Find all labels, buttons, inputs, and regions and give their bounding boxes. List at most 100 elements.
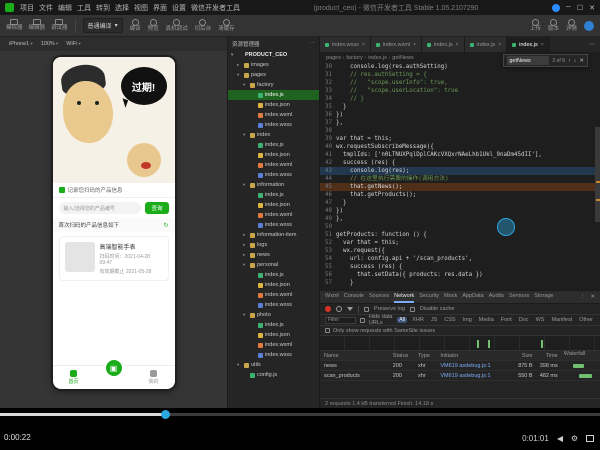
close-debugger-icon[interactable]: ✕ — [590, 294, 595, 300]
product-code-input[interactable]: 输入/选择您的产品编号 — [59, 202, 142, 214]
editor-tab[interactable]: index.js × — [465, 37, 508, 52]
tab-home[interactable]: 首页 — [69, 370, 79, 385]
tree-item[interactable]: index.wxss — [228, 300, 319, 310]
tree-item[interactable]: ▾ photo — [228, 310, 319, 320]
resource-type-chip[interactable]: JS — [429, 317, 439, 323]
status-badge[interactable] — [552, 4, 560, 12]
toolbar-action-button[interactable]: 清缓存 — [218, 19, 235, 33]
menu-item[interactable]: 工具 — [77, 3, 91, 13]
menu-item[interactable]: 设置 — [172, 3, 186, 13]
breadcrumb-segment[interactable]: factory — [346, 55, 366, 61]
tree-item[interactable]: ▸ logs — [228, 240, 319, 250]
debugger-tab[interactable]: Security — [419, 291, 439, 303]
resource-type-chip[interactable]: Other — [577, 317, 595, 323]
tree-item[interactable]: ▸ images — [228, 60, 319, 70]
tree-item[interactable]: index.js — [228, 320, 319, 330]
col-name[interactable]: Name — [320, 353, 393, 359]
tree-item[interactable]: index.js — [228, 140, 319, 150]
debugger-tab[interactable]: Network — [394, 291, 414, 303]
user-avatar[interactable] — [584, 21, 594, 31]
more-actions-icon[interactable]: ⋯ — [589, 41, 595, 48]
resource-type-chip[interactable]: Doc — [517, 317, 531, 323]
find-input[interactable]: getNews — [507, 56, 549, 65]
toolbar-action-button[interactable]: 真机调试 — [166, 19, 188, 33]
editor-tab[interactable]: index.wxss × — [320, 37, 371, 52]
video-progress-bar[interactable] — [0, 413, 600, 416]
panel-toggle-button[interactable]: 模拟器 — [6, 19, 23, 32]
toolbar-right-action-button[interactable]: 详情 — [566, 19, 577, 33]
col-status[interactable]: Status — [393, 353, 418, 359]
resource-type-chip[interactable]: XHR — [410, 317, 426, 323]
debugger-tab[interactable]: Wxml — [325, 291, 339, 303]
samesite-checkbox[interactable] — [325, 328, 330, 333]
find-previous-icon[interactable]: ↑ — [568, 58, 571, 64]
minimize-icon[interactable]: ─ — [566, 4, 571, 11]
hide-data-urls-checkbox[interactable] — [360, 318, 365, 323]
debugger-tab[interactable]: Console — [344, 291, 364, 303]
tree-item[interactable]: index.json — [228, 100, 319, 110]
col-waterfall[interactable]: Waterfall — [561, 351, 600, 360]
debugger-tab[interactable]: AppData — [462, 291, 483, 303]
panel-toggle-button[interactable]: 编辑器 — [29, 19, 46, 32]
col-initiator[interactable]: Initiator — [440, 353, 507, 359]
resource-type-chip[interactable]: Img — [461, 317, 474, 323]
debugger-tab[interactable]: Mock — [444, 291, 457, 303]
editor-tab[interactable]: index.js × — [507, 37, 550, 52]
debugger-tab[interactable]: Audits — [489, 291, 504, 303]
tree-item[interactable]: index.wxss — [228, 120, 319, 130]
tree-item[interactable]: index.wxml — [228, 210, 319, 220]
breadcrumb-segment[interactable]: pages — [326, 55, 344, 61]
resource-type-chip[interactable]: All — [397, 317, 407, 323]
preserve-log-checkbox[interactable] — [364, 307, 369, 312]
menu-item[interactable]: 视图 — [134, 3, 148, 13]
editor-tab[interactable]: index.js × — [422, 37, 465, 52]
filter-input[interactable]: Filter — [325, 317, 356, 324]
debugger-tab[interactable]: Storage — [534, 291, 553, 303]
find-close-icon[interactable]: ✕ — [579, 58, 584, 64]
tree-item[interactable]: index.js — [228, 90, 319, 100]
tree-item[interactable]: index.json — [228, 330, 319, 340]
tree-item[interactable]: ▾ utils — [228, 360, 319, 370]
tree-item[interactable]: index.js — [228, 190, 319, 200]
explorer-more-icon[interactable]: ⋯ — [310, 41, 316, 47]
network-timeline[interactable] — [320, 336, 600, 351]
record-icon[interactable] — [325, 306, 331, 312]
tree-item[interactable]: index.wxml — [228, 160, 319, 170]
compile-mode-select[interactable]: 普通编译 ▾ — [83, 18, 123, 33]
tree-item[interactable]: index.json — [228, 280, 319, 290]
menu-item[interactable]: 文件 — [39, 3, 53, 13]
simulator-device-option[interactable]: iPhone1 — [9, 41, 33, 47]
tree-item[interactable]: index.wxss — [228, 220, 319, 230]
menu-item[interactable]: 转到 — [96, 3, 110, 13]
menu-item[interactable]: 选择 — [115, 3, 129, 13]
network-request-row[interactable]: news 200 xhr VM619 asdebug.js:1 875 B 39… — [320, 361, 600, 371]
tree-item[interactable]: index.json — [228, 200, 319, 210]
tree-item[interactable]: ▸ news — [228, 250, 319, 260]
debugger-tab[interactable]: Sources — [369, 291, 389, 303]
tree-item[interactable]: index.js — [228, 270, 319, 280]
disable-cache-checkbox[interactable] — [410, 307, 415, 312]
settings-gear-icon[interactable]: ⚙ — [571, 434, 578, 443]
resource-type-chip[interactable]: WS — [534, 317, 547, 323]
video-progress-handle[interactable] — [161, 410, 170, 419]
network-request-row[interactable]: scan_products 200 xhr VM619 asdebug.js:1… — [320, 371, 600, 381]
scrollbar-thumb[interactable] — [595, 127, 600, 222]
close-icon[interactable]: ✕ — [589, 4, 595, 12]
toolbar-right-action-button[interactable]: 版本 — [548, 19, 559, 33]
maximize-icon[interactable]: ☐ — [577, 4, 583, 12]
request-initiator[interactable]: VM619 asdebug.js:1 — [440, 363, 507, 369]
tree-item[interactable]: ▾ PRODUCT_CEO — [228, 50, 319, 60]
tree-item[interactable]: index.wxml — [228, 110, 319, 120]
request-initiator[interactable]: VM619 asdebug.js:1 — [440, 373, 507, 379]
close-tab-icon[interactable]: × — [541, 42, 544, 48]
tree-item[interactable]: ▾ factory — [228, 80, 319, 90]
toolbar-action-button[interactable]: 预览 — [148, 19, 159, 33]
tree-item[interactable]: index.wxml — [228, 290, 319, 300]
simulator-device-option[interactable]: WiFi — [66, 41, 81, 47]
fullscreen-icon[interactable] — [586, 435, 594, 442]
tree-item[interactable]: index.wxml — [228, 340, 319, 350]
resource-type-chip[interactable]: Font — [499, 317, 514, 323]
menu-item[interactable]: 编辑 — [58, 3, 72, 13]
breadcrumb-segment[interactable]: index.js — [368, 55, 390, 61]
close-tab-icon[interactable]: × — [362, 42, 365, 48]
